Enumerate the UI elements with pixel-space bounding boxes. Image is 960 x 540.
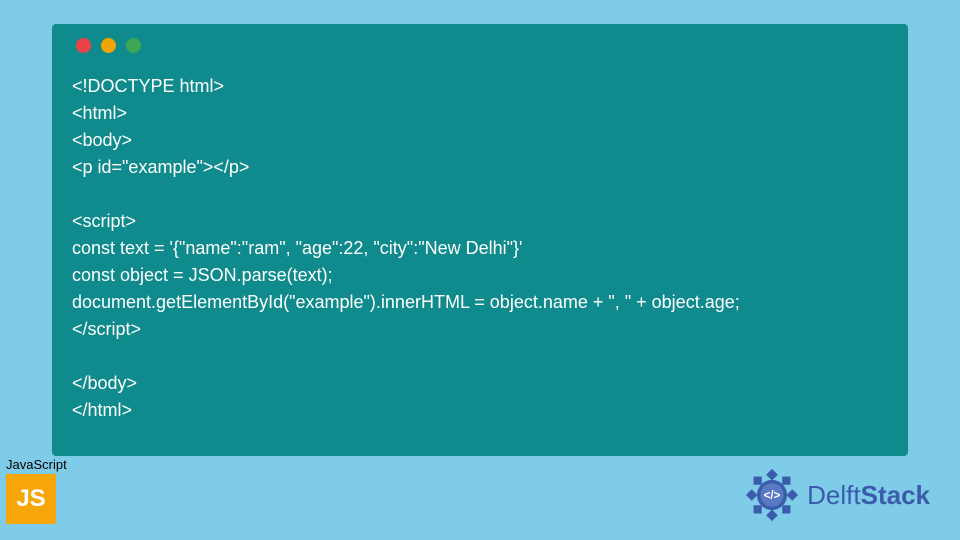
language-label: JavaScript: [6, 457, 67, 472]
close-dot-icon: [76, 38, 91, 53]
brand-name-part1: Delft: [807, 480, 860, 510]
js-icon-text: JS: [16, 485, 45, 513]
minimize-dot-icon: [101, 38, 116, 53]
delftstack-gear-icon: </>: [743, 466, 801, 524]
svg-text:</>: </>: [764, 489, 781, 502]
delftstack-text: DelftStack: [807, 480, 930, 511]
window-controls: [70, 38, 890, 53]
brand-name-part2: Stack: [861, 480, 930, 510]
javascript-badge: JavaScript JS: [6, 457, 67, 524]
code-window: <!DOCTYPE html> <html> <body> <p id="exa…: [52, 24, 908, 456]
delftstack-logo: </> DelftStack: [743, 466, 930, 524]
code-content: <!DOCTYPE html> <html> <body> <p id="exa…: [70, 73, 890, 424]
javascript-icon: JS: [6, 474, 56, 524]
maximize-dot-icon: [126, 38, 141, 53]
